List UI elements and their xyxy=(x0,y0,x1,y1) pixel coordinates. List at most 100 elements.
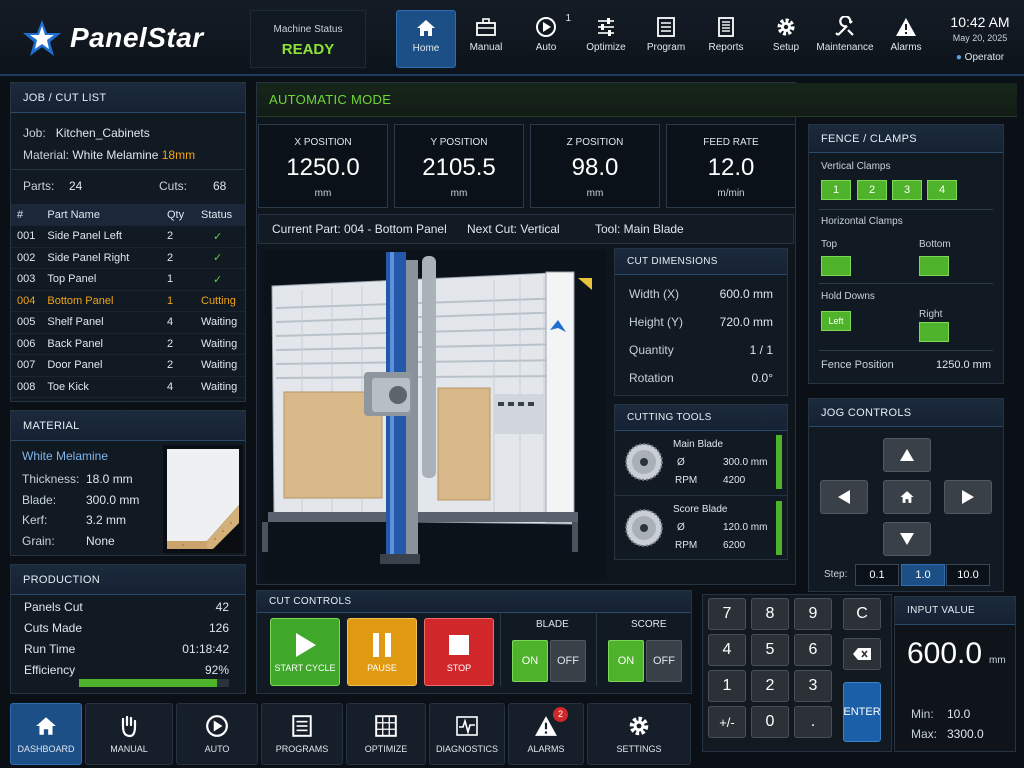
table-row[interactable]: 002 Side Panel Right 2 ✓ xyxy=(11,247,245,269)
bottom-clamp-button[interactable] xyxy=(919,256,949,276)
key-plus-minus[interactable]: +/- xyxy=(708,706,746,738)
nav-reports[interactable]: Reports xyxy=(696,10,756,68)
pause-button[interactable]: PAUSE xyxy=(347,618,417,686)
key-clear[interactable]: C xyxy=(843,598,881,630)
clock: 10:42 AM May 20, 2025 ● Operator xyxy=(944,14,1016,63)
vertical-clamp-4[interactable]: 4 xyxy=(927,180,957,200)
bottom-nav-alarms[interactable]: ALARMS 2 xyxy=(508,703,584,765)
score-blade-status-indicator xyxy=(776,501,782,555)
nav-auto-badge: 1 xyxy=(565,13,571,24)
stop-button[interactable]: STOP xyxy=(424,618,494,686)
key-8[interactable]: 8 xyxy=(751,598,789,630)
bottom-nav-settings[interactable]: SETTINGS xyxy=(587,703,691,765)
nav-program[interactable]: Program xyxy=(636,10,696,68)
jog-right-button[interactable] xyxy=(944,480,992,514)
material-label: Material: xyxy=(23,148,70,162)
key-5[interactable]: 5 xyxy=(751,634,789,666)
material-sample-image xyxy=(163,445,243,553)
fence-clamps-title: FENCE / CLAMPS xyxy=(809,125,1003,153)
nav-maintenance[interactable]: Maintenance xyxy=(814,10,876,68)
bottom-nav-dashboard[interactable]: DASHBOARD xyxy=(10,703,82,765)
table-row[interactable]: 005 Shelf Panel 4 Waiting xyxy=(11,311,245,334)
key-2[interactable]: 2 xyxy=(751,670,789,702)
part-status: Waiting xyxy=(195,333,245,355)
key-6[interactable]: 6 xyxy=(794,634,832,666)
current-tool: Tool: Main Blade xyxy=(595,222,684,236)
nav-optimize[interactable]: Optimize xyxy=(576,10,636,68)
key-7[interactable]: 7 xyxy=(708,598,746,630)
key-4[interactable]: 4 xyxy=(708,634,746,666)
table-row[interactable]: 003 Top Panel 1 ✓ xyxy=(11,268,245,291)
key-enter[interactable]: ENTER xyxy=(843,682,881,742)
wrench-icon xyxy=(835,16,854,36)
fence-clamps-panel: FENCE / CLAMPS Vertical Clamps 1 2 3 4 H… xyxy=(808,124,1004,384)
table-row[interactable]: 004 Bottom Panel 1 Cutting xyxy=(11,290,245,312)
score-on-button[interactable]: ON xyxy=(608,640,644,682)
bottom-nav-diagnostics[interactable]: DIAGNOSTICS xyxy=(429,703,505,765)
hold-down-right-button[interactable] xyxy=(919,322,949,342)
table-row[interactable]: 007 Door Panel 2 Waiting xyxy=(11,354,245,377)
cut-dimensions-title: CUT DIMENSIONS xyxy=(615,249,787,275)
jog-up-button[interactable] xyxy=(883,438,931,472)
key-3[interactable]: 3 xyxy=(794,670,832,702)
saw-blade-icon xyxy=(625,443,663,481)
vertical-clamp-3[interactable]: 3 xyxy=(892,180,922,200)
key-1[interactable]: 1 xyxy=(708,670,746,702)
blade-on-button[interactable]: ON xyxy=(512,640,548,682)
hold-down-left-button[interactable]: Left xyxy=(821,311,851,331)
width-value: 600.0 mm xyxy=(719,287,773,301)
gear-icon xyxy=(629,716,649,736)
step-10.0-button[interactable]: 10.0 xyxy=(946,564,990,586)
key-0[interactable]: 0 xyxy=(751,706,789,738)
automatic-mode-title: AUTOMATIC MODE xyxy=(257,83,1017,117)
bottom-nav-auto[interactable]: AUTO xyxy=(176,703,258,765)
bottom-nav-label: MANUAL xyxy=(110,744,148,754)
bottom-nav-label: PROGRAMS xyxy=(275,744,329,754)
material-panel: MATERIAL White Melamine Thickness: 18.0 … xyxy=(10,410,246,556)
blade-off-button[interactable]: OFF xyxy=(550,640,586,682)
nav-alarms[interactable]: Alarms xyxy=(876,10,936,68)
top-clamp-button[interactable] xyxy=(821,256,851,276)
start-cycle-button[interactable]: START CYCLE xyxy=(270,618,340,686)
x-position-unit: mm xyxy=(314,188,332,199)
jog-left-button[interactable] xyxy=(820,480,868,514)
score-blade-rpm-label: RPM xyxy=(675,540,698,551)
step-1.0-button[interactable]: 1.0 xyxy=(901,564,945,586)
grain-value: None xyxy=(86,534,115,548)
jog-down-button[interactable] xyxy=(883,522,931,556)
bottom-nav-optimize[interactable]: OPTIMIZE xyxy=(346,703,426,765)
part-name: Bottom Panel xyxy=(41,290,161,312)
hold-downs-label: Hold Downs xyxy=(821,291,875,302)
vertical-clamp-2[interactable]: 2 xyxy=(857,180,887,200)
nav-home[interactable]: Home xyxy=(396,10,456,68)
col-qty: Qty xyxy=(161,204,195,226)
table-row[interactable]: 006 Back Panel 2 Waiting xyxy=(11,333,245,355)
user-indicator[interactable]: ● Operator xyxy=(944,52,1016,63)
part-name: Side Panel Right xyxy=(41,247,161,269)
part-number: 005 xyxy=(11,311,42,334)
nav-auto[interactable]: Auto 1 xyxy=(516,10,576,68)
key-9[interactable]: 9 xyxy=(794,598,832,630)
part-qty: 4 xyxy=(161,376,195,398)
key-decimal[interactable]: . xyxy=(794,706,832,738)
rotation-label: Rotation xyxy=(629,371,674,385)
score-off-button[interactable]: OFF xyxy=(646,640,682,682)
nav-manual[interactable]: Manual xyxy=(456,10,516,68)
table-row[interactable]: 001 Side Panel Left 2 ✓ xyxy=(11,225,245,248)
nav-setup[interactable]: Setup xyxy=(756,10,816,68)
part-number: 006 xyxy=(11,333,42,355)
nav-label: Alarms xyxy=(890,42,922,53)
bottom-nav-manual[interactable]: MANUAL xyxy=(85,703,173,765)
x-position-value: 1250.0 xyxy=(286,154,360,181)
table-row[interactable]: 008 Toe Kick 4 Waiting xyxy=(11,376,245,398)
kerf-label: Kerf: xyxy=(22,513,48,527)
jog-home-button[interactable] xyxy=(883,480,931,514)
key-backspace[interactable] xyxy=(843,638,881,670)
bottom-nav-programs[interactable]: PROGRAMS xyxy=(261,703,343,765)
vertical-clamp-1[interactable]: 1 xyxy=(821,180,851,200)
job-value: Kitchen_Cabinets xyxy=(55,126,150,140)
cuts-label: Cuts: xyxy=(159,179,188,193)
step-0.1-button[interactable]: 0.1 xyxy=(855,564,899,586)
current-part: Current Part: 004 - Bottom Panel xyxy=(272,222,447,236)
job-panel-title: JOB / CUT LIST xyxy=(11,83,245,113)
